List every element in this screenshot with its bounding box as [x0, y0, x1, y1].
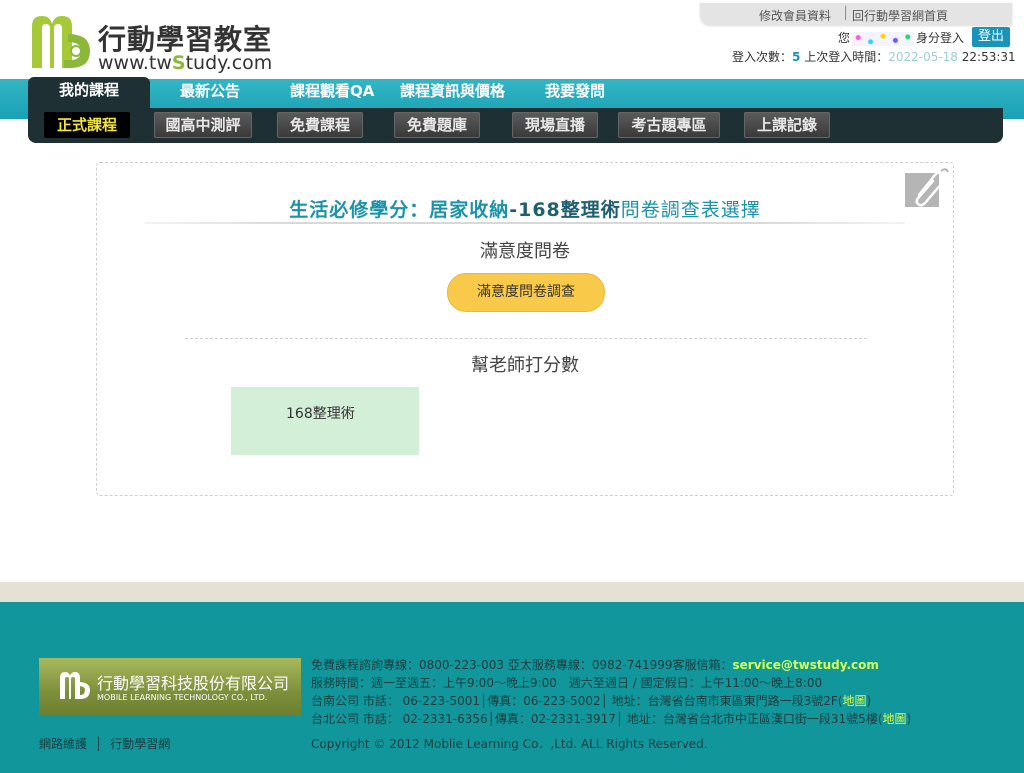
service-email-link[interactable]: service@twstudy.com [733, 658, 879, 672]
survey-panel: 生活必修學分：居家收納-168整理術問卷調查表選擇 滿意度問卷 滿意度問卷調查 … [96, 162, 954, 496]
sub-nav: 正式課程 國高中測評 免費課程 免費題庫 現場直播 考古題專區 上課記錄 [28, 108, 1003, 143]
rate-teacher-heading: 幫老師打分數 [471, 355, 579, 376]
maintenance-link[interactable]: 網路維護 [39, 737, 87, 751]
footer-taipei-line: 台北公司 市話： 02-2331-6356│傳真：02-2331-3917│ 地… [311, 712, 912, 726]
logo-mark-icon [32, 16, 90, 68]
footer-contact-line: 免費課程諮詢專線：0800-223-003 亞太服務專線：0982-741999… [311, 658, 879, 672]
redacted-username [852, 31, 915, 46]
footer-hours-line: 服務時間：週一至週五：上午9:00～晚上9:00 週六至週日 / 國定假日：上午… [311, 676, 823, 690]
page-title: 生活必修學分：居家收納-168整理術問卷調查表選擇 [289, 199, 761, 221]
edit-profile-link[interactable]: 修改會員資料 [759, 7, 831, 24]
copyright: Copyright © 2012 Moblie Learning Co．,Ltd… [311, 737, 708, 751]
section-divider [185, 338, 867, 339]
footer-links: 網路維護 │ 行動學習網 [39, 737, 171, 751]
subtab-free-courses[interactable]: 免費課程 [277, 112, 363, 138]
subtab-live[interactable]: 現場直播 [512, 112, 598, 138]
home-link[interactable]: 回行動學習網首頁 [852, 7, 948, 24]
last-login-time: 22:53:31 [961, 50, 1016, 64]
footer: 行動學習科技股份有限公司 MOBILE LEARNING TECHNOLOGY … [0, 602, 1024, 773]
top-links-bar: 修改會員資料 │ 回行動學習網首頁 [700, 3, 1012, 25]
footer-logo-mark-icon [60, 672, 90, 699]
logo-url: www.twStudy.com [98, 52, 273, 74]
footer-company-en: MOBILE LEARNING TECHNOLOGY CO., LTD. [97, 693, 268, 702]
subtab-free-questions[interactable]: 免費題庫 [394, 112, 480, 138]
subtab-assessment[interactable]: 國高中測評 [154, 112, 252, 138]
taipei-map-link[interactable]: 地圖 [883, 712, 907, 726]
user-status: 您身分登入 [838, 31, 965, 46]
footer-logo: 行動學習科技股份有限公司 MOBILE LEARNING TECHNOLOGY … [39, 658, 301, 716]
satisfaction-survey-button[interactable]: 滿意度問卷調查 [447, 273, 605, 312]
site-logo[interactable]: 行動學習教室 www.twStudy.com [30, 14, 280, 74]
subtab-formal-courses[interactable]: 正式課程 [44, 112, 130, 138]
tainan-map-link[interactable]: 地圖 [843, 694, 867, 708]
footer-tainan-line: 台南公司 市話： 06-223-5001│傳真：06-223-5002│ 地址：… [311, 694, 872, 708]
last-login-date: 2022-05-18 [888, 50, 958, 64]
footer-company-cn: 行動學習科技股份有限公司 [97, 674, 290, 693]
footer-band [0, 582, 1024, 602]
mobile-learning-link[interactable]: 行動學習網 [110, 737, 170, 751]
toplink-separator: │ [842, 6, 850, 20]
login-info: 登入次數：5 上次登入時間：2022-05-18 22:53:31 [732, 50, 1016, 64]
logout-button[interactable]: 登出 [972, 27, 1010, 47]
title-divider [145, 222, 905, 224]
satisfaction-heading: 滿意度問卷 [480, 241, 570, 262]
subtab-past-exams[interactable]: 考古題專區 [618, 112, 720, 138]
rate-course-item[interactable]: 168整理術 [231, 387, 419, 455]
subtab-class-records[interactable]: 上課記錄 [744, 112, 830, 138]
course-name: 168整理術 [286, 406, 355, 422]
